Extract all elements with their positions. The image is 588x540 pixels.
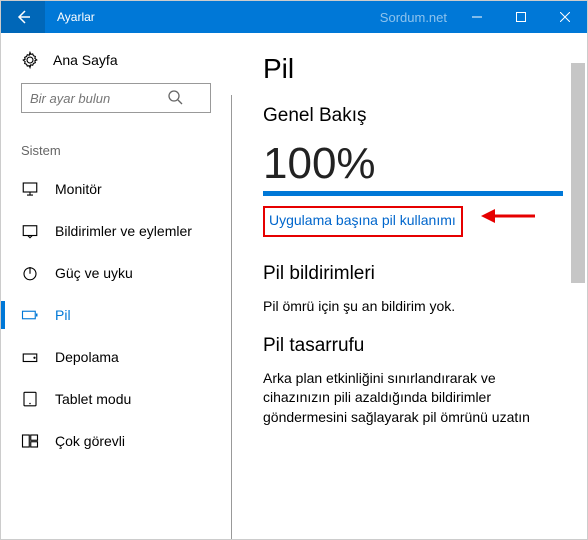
multitask-icon [21,432,39,450]
battery-progress [263,191,563,196]
arrow-left-icon [15,9,31,25]
sidebar-item-storage[interactable]: Depolama [1,336,231,378]
notifications-icon [21,222,39,240]
notifications-body: Pil ömrü için şu an bildirim yok. [263,297,563,317]
home-link[interactable]: Ana Sayfa [1,33,231,83]
saver-heading: Pil tasarrufu [263,335,563,357]
sidebar-item-tablet[interactable]: Tablet modu [1,378,231,420]
sidebar-item-label: Tablet modu [55,391,131,407]
back-button[interactable] [1,1,45,33]
scroll-thumb[interactable] [571,63,585,283]
overview-heading: Genel Bakış [263,105,563,127]
scrollbar[interactable] [571,33,585,539]
section-label: Sistem [1,127,231,168]
minimize-icon [472,12,482,22]
notifications-heading: Pil bildirimleri [263,263,563,285]
sidebar-item-multitask[interactable]: Çok görevli [1,420,231,462]
maximize-icon [516,12,526,22]
highlight-annotation: Uygulama başına pil kullanımı [263,206,463,237]
content: Ana Sayfa Sistem Monitör Bildirimler ve … [1,33,587,539]
display-icon [21,180,39,198]
sidebar-item-label: Depolama [55,349,119,365]
sidebar-item-notifications[interactable]: Bildirimler ve eylemler [1,210,231,252]
close-button[interactable] [543,1,587,33]
search-container [1,83,231,127]
sidebar-item-label: Monitör [55,181,102,197]
maximize-button[interactable] [499,1,543,33]
close-icon [560,12,570,22]
storage-icon [21,348,39,366]
arrow-annotation-icon [481,207,535,225]
battery-icon [21,306,39,324]
sidebar-item-battery[interactable]: Pil [1,294,231,336]
minimize-button[interactable] [455,1,499,33]
main-panel: Pil Genel Bakış 100% Uygulama başına pil… [231,33,587,539]
per-app-usage-link[interactable]: Uygulama başına pil kullanımı [267,208,458,232]
titlebar: Ayarlar Sordum.net [1,1,587,33]
window-title: Ayarlar [45,10,380,24]
sidebar-item-label: Çok görevli [55,433,125,449]
sidebar-item-label: Güç ve uyku [55,265,133,281]
tablet-icon [21,390,39,408]
sidebar-item-label: Pil [55,307,71,323]
page-title: Pil [263,53,563,85]
search-icon [167,89,183,105]
sidebar-item-power[interactable]: Güç ve uyku [1,252,231,294]
power-icon [21,264,39,282]
battery-percent: 100% [263,139,563,189]
sidebar-item-label: Bildirimler ve eylemler [55,223,192,239]
watermark: Sordum.net [380,10,455,25]
sidebar: Ana Sayfa Sistem Monitör Bildirimler ve … [1,33,231,539]
gear-icon [21,51,39,69]
divider [231,95,232,539]
saver-body: Arka plan etkinliğini sınırlandırarak ve… [263,369,563,428]
sidebar-item-monitor[interactable]: Monitör [1,168,231,210]
home-label: Ana Sayfa [53,52,118,68]
